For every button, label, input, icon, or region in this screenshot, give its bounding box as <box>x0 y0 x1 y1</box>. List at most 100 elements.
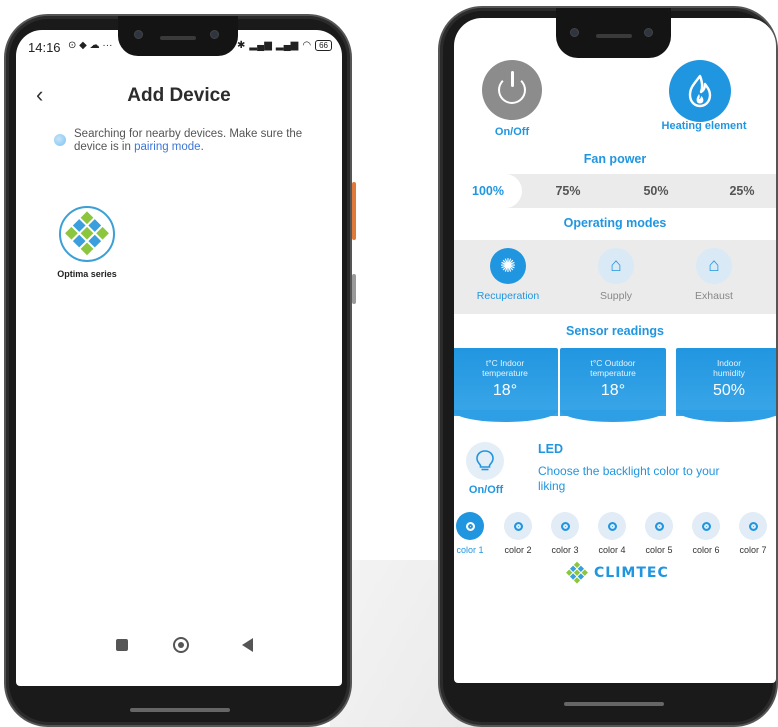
camera-icon <box>570 28 579 37</box>
climtec-logo-icon <box>566 561 588 584</box>
status-time: 14:16 <box>28 40 61 55</box>
volume-button <box>352 182 356 240</box>
lightbulb-icon <box>476 450 494 471</box>
brand-name: CLIMTEC <box>594 565 669 581</box>
speaker-grille <box>596 34 632 38</box>
color-label: color 3 <box>551 545 579 555</box>
pairing-mode-link[interactable]: pairing mode <box>134 141 200 153</box>
bluetooth-icon: ✱ <box>237 40 246 51</box>
operating-modes-title: Operating modes <box>563 216 667 230</box>
color-option-4[interactable]: color 4 <box>590 512 634 555</box>
screen-left: 14:16 ⊙ ◆ ☁ ··· ✱ ▂▄▆ ▂▄▆ ◠ 66 ‹ Add Dev… <box>16 30 342 686</box>
fan-option-25[interactable]: 25% <box>716 174 768 208</box>
operating-modes-selector: ✺ Recuperation ⌂ Supply ⌂ Exhaust <box>454 240 776 314</box>
color-option-1[interactable]: color 1 <box>454 512 492 555</box>
fan-power-selector: 100% 75% 50% 25% <box>454 174 776 208</box>
color-option-5[interactable]: color 5 <box>637 512 681 555</box>
searching-message: Searching for nearby devices. Make sure … <box>74 128 324 154</box>
exhaust-house-icon: ⌂ <box>696 248 732 284</box>
android-nav-bar <box>16 636 342 656</box>
phone-left: 14:16 ⊙ ◆ ☁ ··· ✱ ▂▄▆ ▂▄▆ ◠ 66 ‹ Add Dev… <box>4 14 356 727</box>
phone-right: On/Off Heating element Fan power 100% 75… <box>438 6 778 727</box>
camera-notch <box>556 8 671 58</box>
speaker-grille <box>160 36 196 40</box>
loading-spinner-icon <box>54 134 66 146</box>
sensor-wave <box>454 410 558 422</box>
sensor-label: t°C Outdoor temperature <box>590 358 636 378</box>
mode-supply[interactable]: ⌂ Supply <box>566 240 666 314</box>
color-label: color 5 <box>645 545 673 555</box>
led-bulb-button[interactable] <box>466 442 504 480</box>
color-option-2[interactable]: color 2 <box>496 512 540 555</box>
heating-element-label: Heating element <box>661 120 747 132</box>
nav-back-icon[interactable] <box>242 638 253 652</box>
color-label: color 4 <box>598 545 626 555</box>
camera-icon <box>644 28 653 37</box>
searching-suffix: . <box>200 141 204 153</box>
sensor-value: 18° <box>600 382 626 399</box>
mode-label: Recuperation <box>476 290 540 302</box>
status-bar-right: ✱ ▂▄▆ ▂▄▆ ◠ 66 <box>237 40 332 51</box>
fan-option-50[interactable]: 50% <box>630 174 682 208</box>
signal-icon: ▂▄▆ <box>249 40 272 51</box>
device-optima-series[interactable]: Optima series <box>51 206 123 279</box>
status-icons: ⊙ ◆ ☁ ··· <box>68 40 113 51</box>
color-label: color 7 <box>739 545 767 555</box>
supply-house-icon: ⌂ <box>598 248 634 284</box>
recuperation-fan-icon: ✺ <box>490 248 526 284</box>
color-option-6[interactable]: color 6 <box>684 512 728 555</box>
color-option-3[interactable]: color 3 <box>543 512 587 555</box>
sensor-indoor-humidity: Indoor humidity 50% <box>676 348 776 422</box>
led-description: Choose the backlight color to your likin… <box>538 464 720 493</box>
signal-icon: ▂▄▆ <box>275 40 299 51</box>
mode-label: Exhaust <box>695 290 733 302</box>
sensor-readings-title: Sensor readings <box>566 324 664 338</box>
led-title: LED <box>538 442 563 456</box>
color-swatch-icon <box>551 512 579 540</box>
wifi-icon: ◠ <box>302 40 312 51</box>
sensor-label: t°C Indoor temperature <box>482 358 528 378</box>
sensor-indoor-temperature: t°C Indoor temperature 18° <box>454 348 558 422</box>
power-toggle-button[interactable] <box>482 60 542 120</box>
screen-right: On/Off Heating element Fan power 100% 75… <box>454 18 776 683</box>
device-name: Optima series <box>57 269 117 279</box>
phone-chin-bar <box>130 708 230 712</box>
diamond-logo-icon <box>65 211 109 256</box>
power-icon-line <box>510 71 514 87</box>
mode-exhaust[interactable]: ⌂ Exhaust <box>664 240 764 314</box>
power-side-button <box>352 274 356 304</box>
color-swatch-icon <box>456 512 484 540</box>
color-label: color 1 <box>456 545 484 555</box>
optima-logo-icon <box>59 206 115 262</box>
mode-recuperation[interactable]: ✺ Recuperation <box>458 240 558 314</box>
sensor-wave <box>560 410 666 422</box>
home-icon[interactable] <box>173 637 189 653</box>
camera-notch <box>118 16 238 56</box>
phone-chin-bar <box>564 702 664 706</box>
sensor-wave <box>676 410 776 422</box>
led-onoff-label: On/Off <box>468 484 504 496</box>
brand-logo: CLIMTEC <box>564 560 669 586</box>
mode-label: Supply <box>599 290 633 302</box>
color-swatch-icon <box>598 512 626 540</box>
color-option-7[interactable]: color 7 <box>731 512 775 555</box>
battery-icon: 66 <box>315 40 332 51</box>
sensor-label: Indoor humidity <box>713 358 745 378</box>
power-label: On/Off <box>494 126 530 138</box>
color-swatch-icon <box>739 512 767 540</box>
fan-option-75[interactable]: 75% <box>542 174 594 208</box>
heating-element-button[interactable] <box>669 60 731 122</box>
color-swatch-icon <box>645 512 673 540</box>
color-label: color 2 <box>504 545 532 555</box>
camera-icon <box>134 30 143 39</box>
sensor-value: 50% <box>712 382 746 399</box>
sensor-value: 18° <box>492 382 518 399</box>
fan-power-title: Fan power <box>583 152 647 166</box>
page-title: Add Device <box>127 85 231 106</box>
sensor-outdoor-temperature: t°C Outdoor temperature 18° <box>560 348 666 422</box>
fan-option-100[interactable]: 100% <box>454 174 522 208</box>
color-label: color 6 <box>692 545 720 555</box>
camera-icon <box>210 30 219 39</box>
color-swatch-icon <box>692 512 720 540</box>
recent-apps-icon[interactable] <box>116 639 128 651</box>
